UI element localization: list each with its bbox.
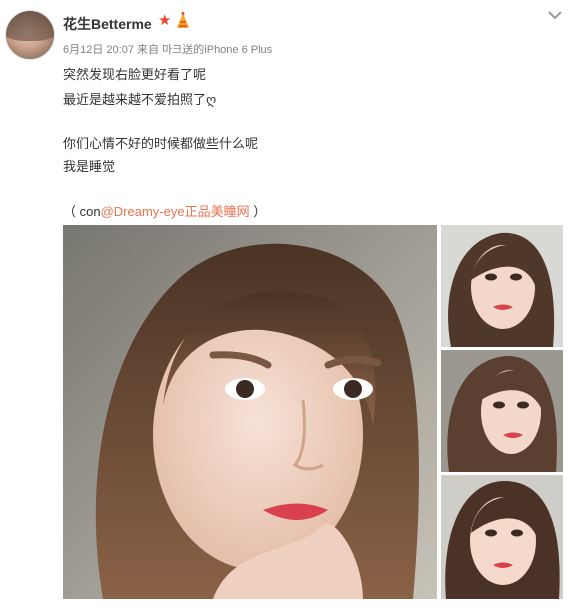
credit-line: （ con@Dreamy-eye正品美瞳网 ） — [63, 201, 266, 220]
chevron-down-icon[interactable] — [546, 6, 564, 24]
post-text-line: 你们心情不好的时候都做些什么呢 — [63, 136, 259, 151]
thumbnail-photo[interactable] — [441, 350, 563, 472]
username[interactable]: 花生Betterme — [63, 14, 152, 34]
post-text-line: 突然发现右脸更好看了呢 — [63, 67, 207, 82]
credit-prefix: （ con — [63, 204, 101, 219]
thumbnail-photo[interactable] — [441, 475, 563, 599]
thumbnail-photo[interactable] — [441, 225, 563, 347]
mention-link[interactable]: @Dreamy-eye正品美瞳网 — [101, 204, 250, 219]
credit-suffix: ） — [249, 204, 267, 219]
avatar[interactable] — [5, 10, 55, 60]
party-hat-icon[interactable] — [176, 12, 190, 30]
post-text-line: 最近是越来越不爱拍照了ღ — [63, 92, 217, 107]
star-icon[interactable]: ★ — [158, 12, 171, 30]
post-meta: 6月12日 20:07 来自 마크送的iPhone 6 Plus — [63, 44, 273, 56]
post-text-line: 我是睡觉 — [63, 159, 116, 174]
main-photo[interactable] — [63, 225, 437, 599]
